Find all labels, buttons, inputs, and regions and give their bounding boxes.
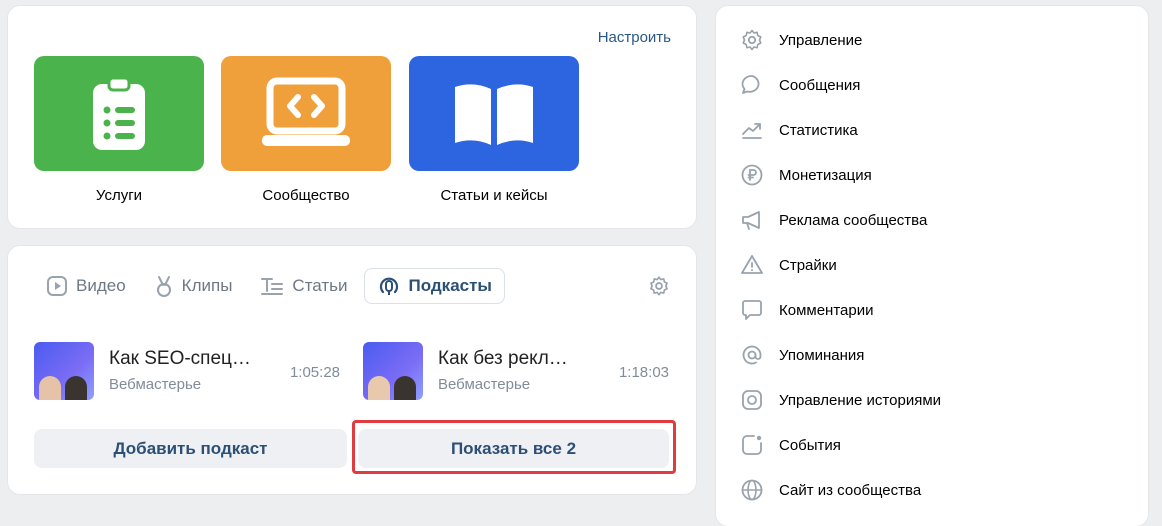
menu-item-label: Управление историями [779, 391, 942, 409]
app-services-tile[interactable] [34, 56, 204, 171]
ruble-icon [741, 164, 763, 186]
at-icon [742, 345, 762, 365]
app-community-label: Сообщество [262, 187, 350, 204]
menu-item-stories[interactable]: Управление историями [740, 385, 1120, 415]
podcast-item[interactable]: Как SEO-спец… Вебмастерье 1:05:28 [34, 342, 340, 402]
tab-articles-label: Статьи [292, 276, 348, 295]
menu-item-label: Сайт из сообщества [779, 481, 922, 499]
tab-articles[interactable]: Статьи [248, 269, 359, 303]
articles-icon [261, 278, 284, 295]
app-articles-tile[interactable] [409, 56, 579, 171]
menu-item-strikes[interactable]: Страйки [740, 250, 1120, 280]
menu-item-statistics[interactable]: Статистика [740, 115, 1120, 145]
stories-icon [742, 390, 762, 410]
tab-podcasts[interactable]: Подкасты [363, 268, 505, 304]
podcast-title: Как SEO-спец… [109, 348, 251, 369]
menu-item-label: Монетизация [779, 166, 872, 184]
app-community-tile[interactable] [221, 56, 391, 171]
tab-clips[interactable]: Клипы [142, 269, 245, 303]
clips-icon [156, 276, 171, 297]
podcast-icon [379, 277, 398, 295]
host-face [368, 376, 390, 400]
media-settings-button[interactable] [648, 275, 670, 302]
apps-card: Настроить Услуги Сообщество Статьи и кей… [8, 6, 696, 228]
app-articles-label: Статьи и кейсы [440, 187, 548, 204]
host-face [39, 376, 61, 400]
tab-video[interactable]: Видео [34, 269, 138, 303]
menu-item-events[interactable]: События [740, 430, 1120, 460]
menu-item-label: Страйки [779, 256, 837, 274]
podcast-duration: 1:05:28 [289, 364, 340, 381]
app-community[interactable]: Сообщество [221, 56, 391, 204]
menu-item-ads[interactable]: Реклама сообщества [740, 205, 1120, 235]
book-open-icon [455, 83, 533, 145]
podcast-title: Как без рекл… [438, 348, 568, 369]
events-icon [742, 435, 762, 455]
clipboard-list-icon [93, 76, 145, 150]
menu-item-label: Комментарии [779, 301, 874, 319]
tab-clips-label: Клипы [181, 276, 233, 295]
video-icon [47, 276, 67, 296]
menu-item-monetization[interactable]: Монетизация [740, 160, 1120, 190]
globe-icon [741, 479, 763, 501]
add-podcast-button[interactable]: Добавить подкаст [34, 429, 347, 468]
podcast-item[interactable]: Как без рекл… Вебмастерье 1:18:03 [363, 342, 669, 402]
menu-item-label: Реклама сообщества [779, 211, 928, 229]
podcast-duration: 1:18:03 [618, 364, 669, 381]
host-face [394, 376, 416, 400]
app-articles[interactable]: Статьи и кейсы [409, 56, 579, 204]
media-card: Видео Клипы Статьи Подкасты Как SEO-спец… [8, 246, 696, 494]
configure-link[interactable]: Настроить [598, 29, 671, 46]
menu-item-label: Управление [779, 31, 863, 49]
menu-item-management[interactable]: Управление [740, 25, 1120, 55]
podcast-author: Вебмастерье [109, 376, 202, 393]
gear-icon [742, 29, 762, 51]
show-all-button[interactable]: Показать все 2 [358, 429, 669, 468]
menu-item-messages[interactable]: Сообщения [740, 70, 1120, 100]
menu-item-label: Статистика [779, 121, 858, 139]
menu-item-website[interactable]: Сайт из сообщества [740, 475, 1120, 505]
community-menu: Управление Сообщения Статистика Монетиза… [716, 6, 1148, 526]
host-face [65, 376, 87, 400]
stats-icon [742, 123, 762, 139]
message-icon [741, 75, 760, 94]
app-services-label: Услуги [95, 187, 143, 204]
podcast-thumbnail [363, 342, 423, 400]
podcast-author: Вебмастерье [438, 376, 531, 393]
comment-icon [742, 300, 762, 320]
tab-podcasts-label: Подкасты [408, 276, 492, 295]
menu-item-label: Упоминания [779, 346, 865, 364]
media-tabs: Видео Клипы Статьи Подкасты [34, 268, 509, 304]
warning-icon [741, 255, 763, 274]
tab-video-label: Видео [76, 276, 126, 295]
gear-icon [650, 276, 668, 296]
menu-item-label: События [779, 436, 841, 454]
menu-item-label: Сообщения [779, 76, 861, 94]
menu-item-mentions[interactable]: Упоминания [740, 340, 1120, 370]
megaphone-icon [742, 211, 760, 230]
laptop-code-icon [262, 77, 350, 146]
podcast-thumbnail [34, 342, 94, 400]
app-services[interactable]: Услуги [34, 56, 204, 204]
menu-item-comments[interactable]: Комментарии [740, 295, 1120, 325]
